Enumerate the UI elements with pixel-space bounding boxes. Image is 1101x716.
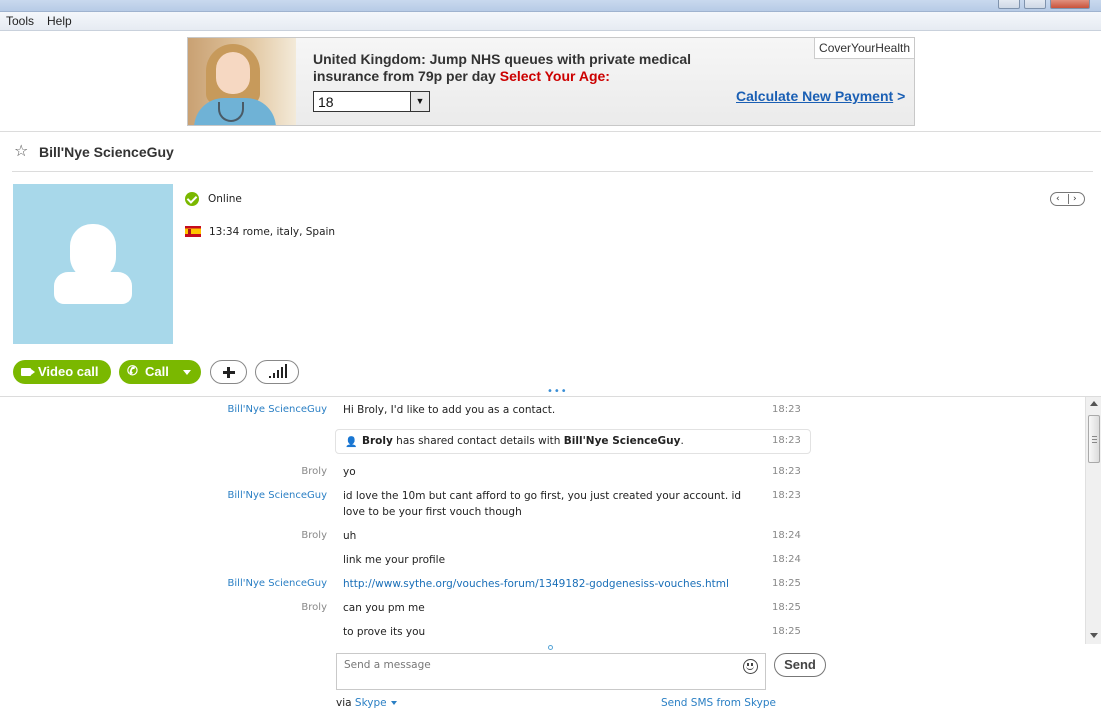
menu-bar: Tools Help (0, 12, 1101, 31)
call-label: Call (145, 364, 169, 379)
message-sender[interactable]: Broly (127, 466, 327, 477)
send-sms-link[interactable]: Send SMS from Skype (661, 697, 776, 709)
message-sender[interactable]: Bill'Nye ScienceGuy (127, 404, 327, 415)
message-text: Hi Broly, I'd like to add you as a conta… (343, 404, 556, 416)
ad-age-select[interactable]: 18 ▼ (313, 91, 430, 112)
chevron-left-icon[interactable]: ‹ (1056, 193, 1060, 205)
message-text: to prove its you (343, 626, 426, 638)
message-text: id love the 10m but cant afford to go fi… (343, 490, 742, 518)
add-button[interactable] (210, 360, 247, 384)
message-time: 18:25 (772, 626, 801, 637)
call-quality-button[interactable] (255, 360, 299, 384)
message-text: link me your profile (343, 554, 446, 566)
contact-name: Bill'Nye ScienceGuy (39, 144, 174, 160)
local-time-location: 13:34 rome, italy, Spain (209, 226, 336, 238)
message-time: 18:23 (772, 404, 801, 415)
person-icon: 👤 (345, 437, 358, 448)
ad-cta: Select Your Age: (499, 68, 610, 84)
resize-handle-icon[interactable] (548, 645, 553, 650)
maximize-button[interactable] (1024, 0, 1046, 9)
message-sender[interactable]: Bill'Nye ScienceGuy (127, 490, 327, 501)
ad-age-value: 18 (318, 94, 334, 110)
scroll-up-icon[interactable] (1090, 401, 1098, 406)
ad-calculate-link[interactable]: Calculate New Payment > (736, 88, 905, 104)
favorite-star-icon[interactable]: ☆ (14, 142, 28, 160)
scroll-thumb[interactable] (1088, 415, 1100, 463)
message-time: 18:25 (772, 602, 801, 613)
chevron-right-icon[interactable]: › (1073, 193, 1077, 205)
message-input[interactable] (336, 653, 766, 690)
message-time: 18:24 (772, 554, 801, 565)
message-text: uh (343, 530, 357, 542)
title-bar (0, 0, 1101, 12)
emoticon-icon[interactable] (743, 659, 758, 674)
message-time: 18:23 (772, 466, 801, 477)
signal-bars-icon (269, 376, 271, 378)
ad-brand-label[interactable]: CoverYourHealth (814, 38, 914, 59)
close-window-button[interactable] (1050, 0, 1090, 9)
online-status-icon (185, 192, 199, 206)
system-message-text: Broly has shared contact details with Bi… (362, 435, 684, 447)
menu-help[interactable]: Help (47, 14, 72, 28)
phone-icon: ✆ (127, 363, 138, 378)
dropdown-arrow-icon[interactable]: ▼ (410, 92, 429, 111)
conversation-panel[interactable]: Bill'Nye ScienceGuy Hi Broly, I'd like t… (0, 397, 1101, 644)
profile-pager[interactable]: ‹ › (1050, 192, 1085, 206)
video-camera-icon (21, 368, 35, 376)
message-sender[interactable]: Bill'Nye ScienceGuy (127, 578, 327, 589)
call-dropdown-icon[interactable] (183, 370, 191, 375)
avatar[interactable] (13, 184, 173, 344)
spain-flag-icon (185, 226, 201, 237)
message-time: 18:25 (772, 578, 801, 589)
minimize-button[interactable] (998, 0, 1020, 9)
message-sender[interactable]: Broly (127, 602, 327, 613)
message-link[interactable]: http://www.sythe.org/vouches-forum/13491… (343, 576, 753, 592)
ad-photo-nurse (188, 38, 296, 125)
ad-banner[interactable]: United Kingdom: Jump NHS queues with pri… (187, 37, 915, 126)
message-time: 18:23 (772, 490, 801, 501)
ad-headline: United Kingdom: Jump NHS queues with pri… (313, 51, 692, 84)
conversation-scrollbar[interactable] (1085, 397, 1101, 644)
message-text: yo (343, 466, 356, 478)
message-time: 18:23 (772, 435, 801, 446)
divider (0, 131, 1101, 132)
message-time: 18:24 (772, 530, 801, 541)
system-message: 👤 Broly has shared contact details with … (335, 429, 811, 454)
divider (12, 171, 1093, 172)
chevron-down-icon[interactable] (390, 701, 397, 705)
via-service-selector[interactable]: Skype (355, 697, 387, 709)
call-button[interactable]: ✆ Call (119, 360, 201, 384)
scroll-down-icon[interactable] (1090, 633, 1098, 638)
send-button[interactable]: Send (774, 653, 826, 677)
menu-tools[interactable]: Tools (6, 14, 34, 28)
message-sender[interactable]: Broly (127, 530, 327, 541)
video-call-button[interactable]: Video call (13, 360, 111, 384)
message-text: can you pm me (343, 602, 425, 614)
status-text: Online (208, 193, 242, 205)
video-call-label: Video call (38, 364, 99, 379)
send-via: via Skype (336, 697, 397, 709)
